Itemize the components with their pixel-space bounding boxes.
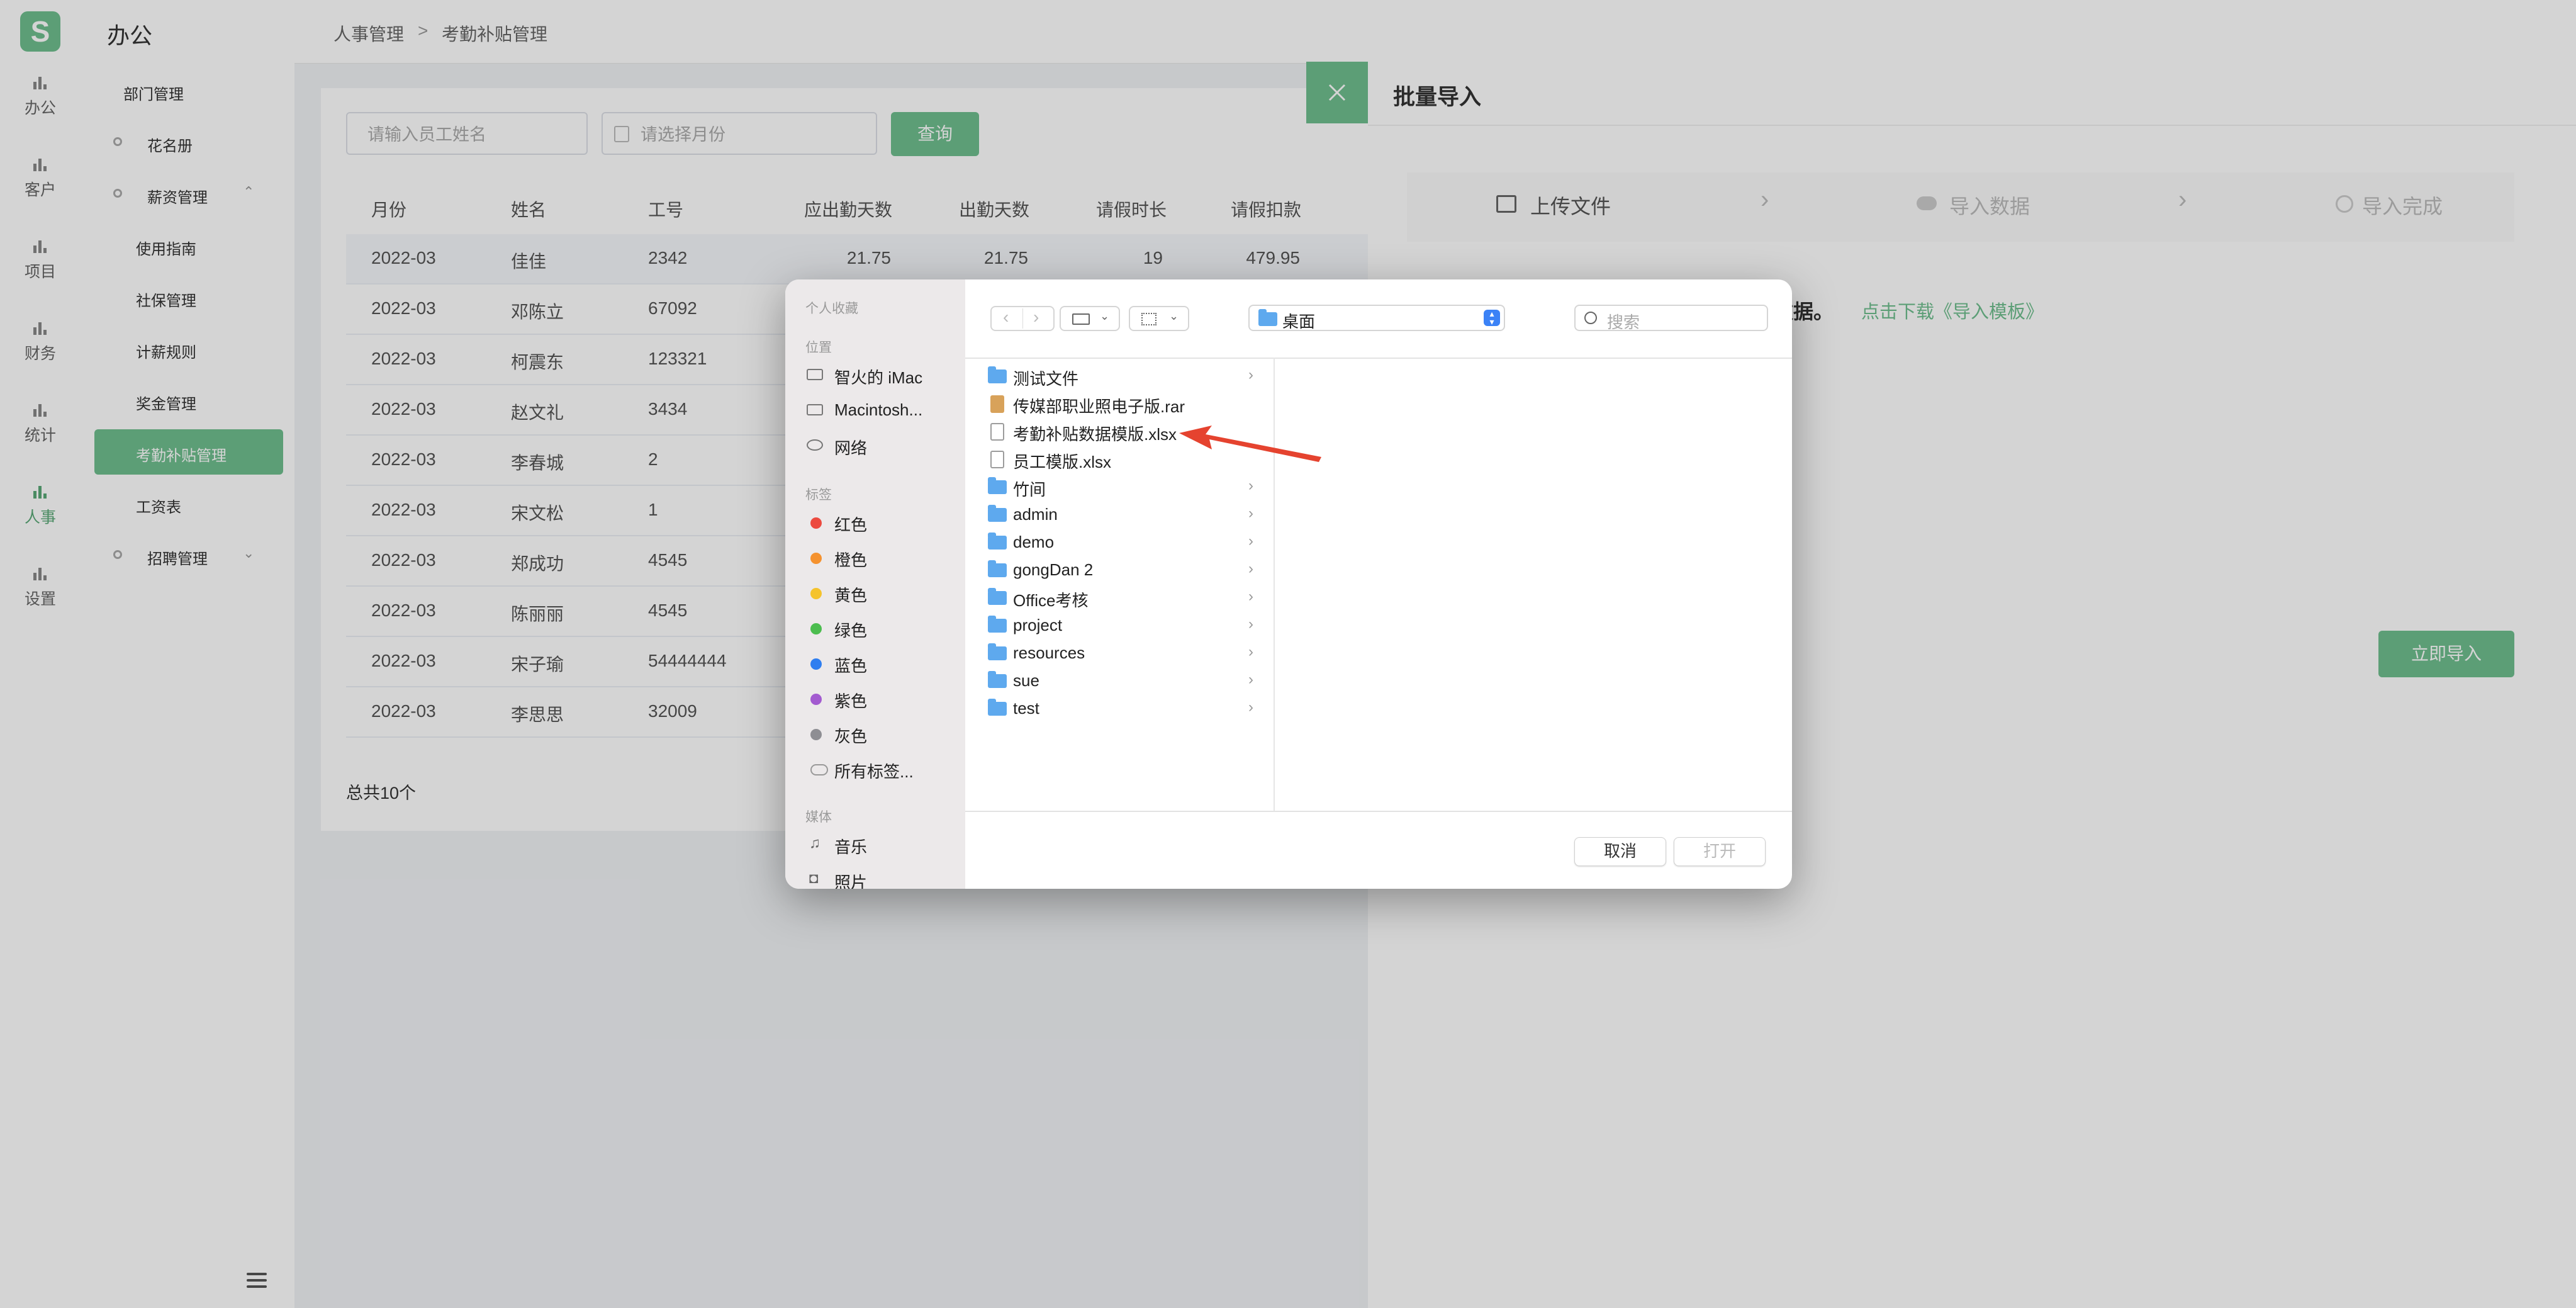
sidebar-tag[interactable]: 紫色 <box>834 689 867 712</box>
dialog-sidebar: 个人收藏 位置 智火的 iMac Macintosh... 网络 标签 红色橙色黄色… <box>785 279 965 889</box>
file-row[interactable] <box>965 667 1274 695</box>
file-row[interactable] <box>965 501 1274 529</box>
archive-icon <box>990 395 1004 413</box>
camera-icon: ◘ <box>809 870 819 887</box>
sidebar-tag[interactable]: 红色 <box>834 512 867 536</box>
file-name[interactable]: sue <box>1013 671 1039 691</box>
sidebar-media[interactable]: 照片 <box>834 870 867 889</box>
tag-color-dot-icon <box>810 694 822 705</box>
folder-icon <box>988 643 1007 660</box>
file-row[interactable] <box>965 473 1274 501</box>
search-placeholder: 搜索 <box>1607 313 1640 332</box>
annotation-arrow-icon <box>1179 426 1321 462</box>
location-select[interactable]: 桌面 ▴ ▾ <box>1248 305 1505 331</box>
chevron-right-icon: › <box>1248 671 1253 688</box>
sidebar-location[interactable]: 网络 <box>834 436 867 459</box>
folder-icon <box>988 477 1007 494</box>
search-icon <box>1584 312 1597 324</box>
open-button[interactable]: 打开 <box>1674 837 1766 866</box>
tag-color-dot-icon <box>810 658 822 670</box>
chevron-down-icon: ⌄ <box>1100 310 1110 322</box>
folder-icon <box>988 616 1007 633</box>
cancel-button[interactable]: 取消 <box>1574 837 1666 866</box>
spreadsheet-file-icon <box>990 423 1004 441</box>
file-name[interactable]: resources <box>1013 643 1085 663</box>
folder-icon <box>988 366 1007 383</box>
sidebar-tag[interactable]: 所有标签... <box>834 759 914 782</box>
folder-icon <box>988 699 1007 716</box>
folder-icon <box>988 588 1007 605</box>
folder-icon <box>988 505 1007 522</box>
file-name[interactable]: Office考核 <box>1013 588 1088 611</box>
spreadsheet-file-icon <box>990 451 1004 468</box>
locations-header: 位置 <box>805 341 832 355</box>
chevron-right-icon: › <box>1248 588 1253 605</box>
file-row[interactable] <box>965 695 1274 723</box>
folder-icon <box>988 671 1007 688</box>
file-name[interactable]: 传媒部职业照电子版.rar <box>1013 394 1185 417</box>
group-view-button[interactable]: ⌄ <box>1129 306 1189 331</box>
tag-color-dot-icon <box>810 623 822 634</box>
folder-icon <box>1258 309 1277 326</box>
hard-drive-icon <box>807 404 823 415</box>
back-icon[interactable]: ‹ <box>1003 307 1009 327</box>
globe-icon <box>807 439 823 451</box>
column-view-button[interactable]: ⌄ <box>1060 306 1120 331</box>
file-name[interactable]: 测试文件 <box>1013 366 1078 390</box>
sidebar-tag[interactable]: 黄色 <box>834 583 867 606</box>
file-row[interactable] <box>965 363 1274 390</box>
file-name[interactable]: 员工模版.xlsx <box>1013 449 1111 473</box>
tag-color-dot-icon <box>810 553 822 564</box>
favorites-header: 个人收藏 <box>805 302 858 316</box>
imac-icon <box>807 369 823 380</box>
file-row[interactable] <box>965 612 1274 640</box>
chevron-right-icon: › <box>1248 366 1253 383</box>
grid-icon <box>1141 313 1156 325</box>
music-note-icon: ♫ <box>809 835 820 852</box>
sidebar-media[interactable]: 音乐 <box>834 835 867 858</box>
chevron-right-icon: › <box>1248 560 1253 577</box>
location-stepper-icon: ▴ ▾ <box>1484 309 1500 326</box>
file-row[interactable] <box>965 529 1274 556</box>
file-open-dialog: 个人收藏 位置 智火的 iMac Macintosh... 网络 标签 红色橙色黄色… <box>785 279 1792 889</box>
chevron-right-icon: › <box>1248 643 1253 660</box>
forward-icon[interactable]: › <box>1033 307 1039 327</box>
file-name[interactable]: gongDan 2 <box>1013 560 1093 580</box>
sidebar-tag[interactable]: 蓝色 <box>834 653 867 677</box>
tags-header: 标签 <box>805 488 832 502</box>
tag-color-dot-icon <box>810 517 822 529</box>
sidebar-location[interactable]: 智火的 iMac <box>834 365 922 388</box>
file-name[interactable]: 考勤补贴数据模版.xlsx <box>1013 422 1177 445</box>
all-tags-icon <box>810 764 828 775</box>
sidebar-tag[interactable]: 橙色 <box>834 548 867 571</box>
folder-icon <box>988 560 1007 577</box>
back-forward-buttons[interactable]: ‹ › <box>990 306 1055 331</box>
media-header: 媒体 <box>805 810 832 825</box>
columns-icon <box>1072 313 1090 325</box>
chevron-right-icon: › <box>1248 616 1253 633</box>
file-name[interactable]: 竹间 <box>1013 477 1046 500</box>
dialog-search-field[interactable]: 搜索 <box>1574 305 1768 332</box>
chevron-right-icon: › <box>1248 505 1253 522</box>
file-row[interactable] <box>965 640 1274 667</box>
sidebar-tag[interactable]: 绿色 <box>834 618 867 641</box>
file-name[interactable]: test <box>1013 699 1039 718</box>
file-name[interactable]: project <box>1013 616 1062 635</box>
chevron-down-icon-2: ⌄ <box>1169 310 1179 322</box>
tag-color-dot-icon <box>810 729 822 740</box>
chevron-right-icon: › <box>1248 533 1253 550</box>
file-name[interactable]: demo <box>1013 533 1054 552</box>
tag-color-dot-icon <box>810 588 822 599</box>
file-row[interactable] <box>965 556 1274 584</box>
file-row[interactable] <box>965 584 1274 612</box>
chevron-right-icon: › <box>1248 699 1253 716</box>
chevron-right-icon: › <box>1248 477 1253 494</box>
location-label: 桌面 <box>1282 312 1316 331</box>
folder-icon <box>988 533 1007 550</box>
sidebar-tag[interactable]: 灰色 <box>834 724 867 747</box>
file-name[interactable]: admin <box>1013 505 1058 524</box>
sidebar-location[interactable]: Macintosh... <box>834 400 922 420</box>
